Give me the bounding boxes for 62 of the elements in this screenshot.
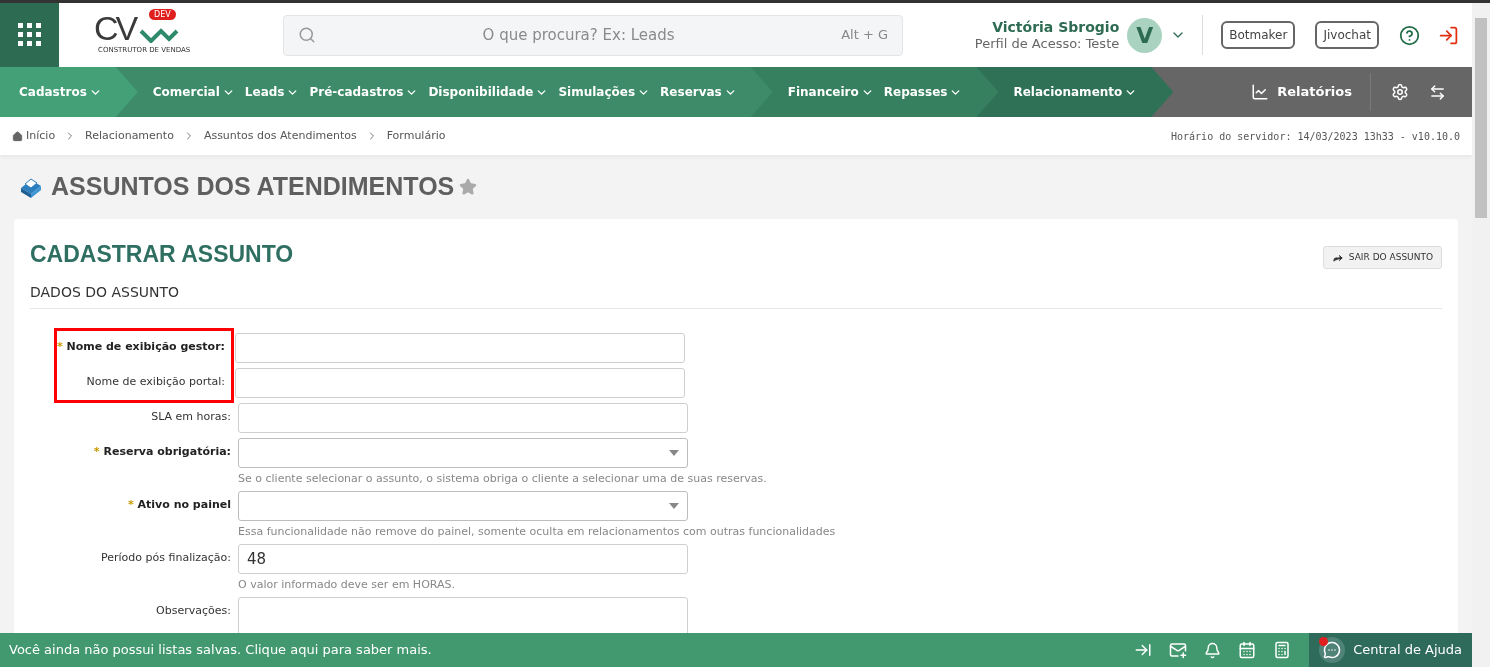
text-field[interactable]: [235, 367, 685, 398]
breadcrumb-link[interactable]: Relacionamento: [85, 127, 174, 145]
nav-menu-item[interactable]: Financeiro: [787, 83, 874, 101]
search-field[interactable]: O que procura? Ex: Leads Alt + G: [283, 14, 903, 56]
nav-menu-item[interactable]: Relacionamento: [1013, 83, 1138, 101]
text-field[interactable]: 48: [238, 543, 688, 574]
breadcrumb-link[interactable]: Formulário: [386, 127, 446, 145]
swap-arrows-icon[interactable]: [1429, 83, 1446, 101]
help-center-button[interactable]: Central de Ajuda: [1309, 633, 1472, 667]
nav-menu-item[interactable]: Leads: [244, 83, 300, 101]
card-title: CADASTRAR ASSUNTO: [30, 240, 294, 269]
line-chart-icon: [1251, 83, 1270, 101]
nav-menu-item[interactable]: Disponibilidade: [428, 83, 549, 101]
nav-menu-item[interactable]: Repasses: [883, 83, 963, 101]
search-icon: [298, 26, 316, 44]
field-label: Nome de exibição portal:: [86, 374, 225, 391]
caret-icon: [669, 449, 679, 456]
grid-icon: [17, 23, 42, 47]
breadcrumb-link[interactable]: Início: [26, 127, 56, 145]
calculator-icon[interactable]: [1273, 641, 1292, 659]
page-title: ASSUNTOS DOS ATENDIMENTOS: [51, 171, 455, 203]
favorite-star-icon[interactable]: [459, 178, 478, 196]
user-name: Victória Sbrogio: [992, 18, 1120, 36]
field-label: * Nome de exibição gestor:: [56, 339, 225, 356]
settings-icon[interactable]: [1391, 83, 1409, 101]
user-avatar[interactable]: V: [1127, 17, 1163, 53]
apps-grid-button[interactable]: [0, 3, 59, 67]
select-field[interactable]: [238, 437, 688, 468]
field-hint: O valor informado deve ser em HORAS.: [238, 576, 456, 592]
select-field[interactable]: [238, 490, 688, 521]
nav-menu-item[interactable]: Comercial: [152, 83, 235, 101]
server-time: Horário do servidor: 14/03/2023 13h33 - v10.10.0: [1171, 129, 1460, 144]
field-hint: Essa funcionalidade não remove do painel, somente oculta em relacionamentos com outras funcionalidades: [238, 523, 836, 539]
arrow-to-line-icon[interactable]: [1134, 641, 1153, 659]
caret-icon: [669, 502, 679, 509]
nav-menu-item[interactable]: Simulações: [558, 83, 651, 101]
nav-menu-item[interactable]: Reservas: [660, 83, 737, 101]
text-field[interactable]: [238, 402, 688, 433]
logout-icon[interactable]: [1438, 24, 1459, 46]
field-label: Observações:: [156, 603, 231, 620]
exit-button[interactable]: SAIR DO ASSUNTO: [1322, 246, 1442, 269]
breadcrumb-link[interactable]: Assuntos dos Atendimentos: [203, 127, 357, 145]
help-icon[interactable]: [1399, 24, 1420, 46]
field-label: SLA em horas:: [151, 409, 231, 426]
section-title: DADOS DO ASSUNTO: [30, 283, 180, 300]
header-button[interactable]: Botmaker: [1221, 21, 1296, 49]
nav-menu-item[interactable]: Pré-cadastros: [309, 83, 419, 101]
calendar-icon[interactable]: [1238, 641, 1257, 659]
nav-menu-item[interactable]: Cadastros: [19, 83, 102, 101]
home-icon: [12, 130, 23, 142]
field-label: * Ativo no painel: [127, 497, 231, 514]
shortcut-hint: Alt + G: [841, 26, 888, 45]
saved-lists-message[interactable]: Você ainda não possui listas salvas. Clique aqui para saber mais.: [0, 640, 432, 660]
field-label: Período pós finalização:: [101, 550, 231, 567]
mail-star-icon[interactable]: [1169, 641, 1188, 659]
field-hint: Se o cliente selecionar o assunto, o sistema obriga o cliente a selecionar uma de suas reservas.: [238, 470, 767, 486]
reports-link[interactable]: Relatórios: [1251, 82, 1370, 102]
user-profile: Perfil de Acesso: Teste: [974, 35, 1120, 52]
bell-icon[interactable]: [1204, 641, 1222, 659]
header-button[interactable]: Jivochat: [1315, 21, 1379, 49]
field-label: * Reserva obrigatória:: [93, 444, 231, 461]
text-field[interactable]: [235, 332, 685, 363]
